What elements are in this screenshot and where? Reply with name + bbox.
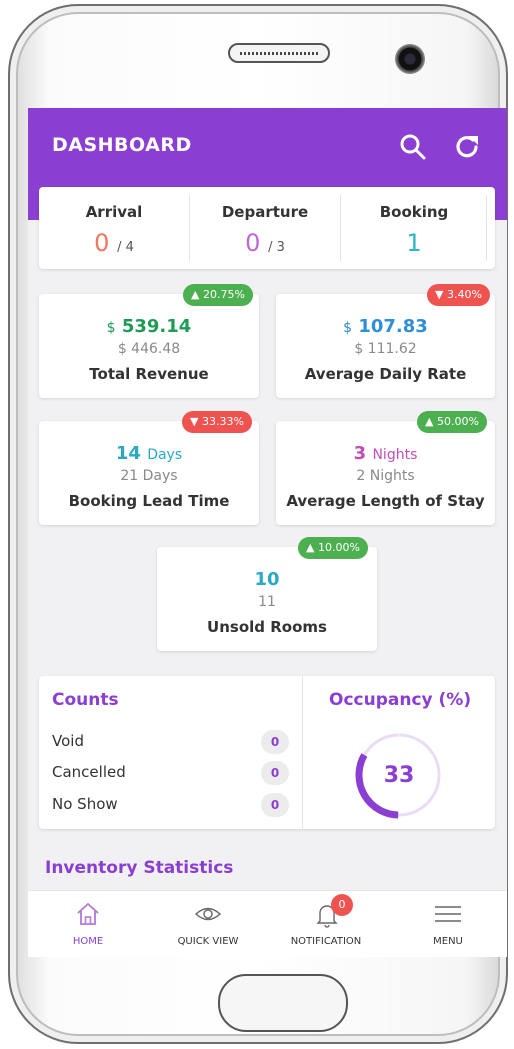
total-revenue-label: Total Revenue <box>89 365 209 383</box>
inventory-statistics-title: Inventory Statistics <box>45 858 234 878</box>
cancelled-label: Cancelled <box>52 763 126 781</box>
nav-menu-label: MENU <box>433 936 463 947</box>
lead-time-change: 33.33% <box>201 415 244 428</box>
total-revenue-previous: $ 446.48 <box>117 341 181 357</box>
adr-value: 107.83 <box>358 316 428 337</box>
cancelled-count: 0 <box>261 761 289 785</box>
lead-time-previous: 21 Days <box>120 468 178 484</box>
occupancy-title: Occupancy (%) <box>329 690 472 710</box>
void-label: Void <box>52 732 84 750</box>
total-revenue-change: 20.75% <box>202 288 245 301</box>
unsold-rooms-card[interactable]: ▲ 10.00% 10 11 Unsold Rooms <box>157 537 377 651</box>
adr-change-badge: ▼ 3.40% <box>427 284 490 306</box>
average-length-of-stay-card[interactable]: ▲ 50.00% 3 Nights 2 Nights Average Lengt… <box>276 411 495 525</box>
departure-summary[interactable]: Departure 0 / 3 <box>190 187 340 269</box>
void-count: 0 <box>261 730 289 754</box>
total-revenue-card[interactable]: ▲ 20.75% $ 539.14 $ 446.48 Total Revenue <box>39 284 259 398</box>
app-screen: DASHBOARD Arrival 0 / 4 Departure 0 / 3 … <box>28 108 507 957</box>
no-show-count: 0 <box>261 793 289 817</box>
total-revenue-value: 539.14 <box>121 316 192 337</box>
lead-time-value: 14 <box>115 443 141 464</box>
phone-home-key[interactable] <box>218 974 348 1032</box>
departure-value: 0 <box>245 229 261 257</box>
departure-total: / 3 <box>268 240 285 255</box>
lead-time-label: Booking Lead Time <box>68 492 230 510</box>
stay-previous: 2 Nights <box>356 468 415 484</box>
counts-title: Counts <box>52 690 119 710</box>
adr-currency: $ <box>343 320 353 336</box>
home-icon <box>77 902 99 925</box>
search-icon[interactable] <box>398 132 428 162</box>
page-title: DASHBOARD <box>52 134 192 156</box>
count-row-void[interactable]: Void 0 <box>52 730 292 756</box>
booking-lead-time-card[interactable]: ▼ 33.33% 14 Days 21 Days Booking Lead Ti… <box>39 411 259 525</box>
phone-camera <box>395 44 425 74</box>
average-daily-rate-card[interactable]: ▼ 3.40% $ 107.83 $ 111.62 Average Daily … <box>276 284 495 398</box>
stay-change: 50.00% <box>436 415 479 428</box>
adr-label: Average Daily Rate <box>304 365 467 383</box>
booking-summary[interactable]: Booking 1 <box>341 187 487 269</box>
lead-time-change-badge: ▼ 33.33% <box>182 411 252 433</box>
card-divider <box>302 676 303 829</box>
stay-change-badge: ▲ 50.00% <box>417 411 487 433</box>
unsold-change-badge: ▲ 10.00% <box>298 537 368 559</box>
adr-previous: $ 111.62 <box>354 341 417 357</box>
unsold-label: Unsold Rooms <box>207 618 327 636</box>
unsold-change: 10.00% <box>317 541 360 554</box>
nav-quick-view[interactable]: QUICK VIEW <box>158 891 258 957</box>
arrival-label: Arrival <box>85 203 143 221</box>
nav-quick-view-label: QUICK VIEW <box>177 936 239 947</box>
booking-label: Booking <box>379 203 449 221</box>
nav-home-label: HOME <box>72 936 104 947</box>
arrival-value: 0 <box>94 229 110 257</box>
bottom-navigation: HOME QUICK VIEW 0 NOTIFICATION MENU <box>28 890 507 957</box>
arrival-departure-booking-card: Arrival 0 / 4 Departure 0 / 3 Booking 1 <box>39 187 495 269</box>
refresh-icon[interactable] <box>452 132 482 162</box>
nav-menu[interactable]: MENU <box>408 891 488 957</box>
total-revenue-currency: $ <box>106 320 116 336</box>
lead-time-unit: Days <box>147 447 183 463</box>
total-revenue-change-badge: ▲ 20.75% <box>183 284 253 306</box>
stay-label: Average Length of Stay <box>286 492 485 510</box>
nav-home[interactable]: HOME <box>48 891 128 957</box>
adr-change: 3.40% <box>446 288 482 301</box>
nav-notification[interactable]: 0 NOTIFICATION <box>276 891 376 957</box>
no-show-label: No Show <box>52 795 118 813</box>
stay-value: 3 <box>353 443 367 464</box>
counts-occupancy-card: Counts Void 0 Cancelled 0 No Show 0 Occu… <box>39 676 495 829</box>
arrival-summary[interactable]: Arrival 0 / 4 <box>39 187 189 269</box>
departure-label: Departure <box>221 203 309 221</box>
notification-count-badge: 0 <box>331 894 353 916</box>
count-row-no-show[interactable]: No Show 0 <box>52 793 292 819</box>
count-row-cancelled[interactable]: Cancelled 0 <box>52 761 292 787</box>
nav-notification-label: NOTIFICATION <box>290 936 362 947</box>
phone-speaker <box>228 43 330 63</box>
eye-icon <box>194 907 222 921</box>
menu-icon <box>435 906 461 922</box>
booking-value: 1 <box>406 229 422 257</box>
arrival-total: / 4 <box>117 240 134 255</box>
occupancy-gauge: 33 <box>355 733 441 819</box>
unsold-value: 10 <box>254 569 280 590</box>
stay-unit: Nights <box>372 447 418 463</box>
unsold-previous: 11 <box>258 594 276 610</box>
occupancy-value: 33 <box>384 763 415 788</box>
